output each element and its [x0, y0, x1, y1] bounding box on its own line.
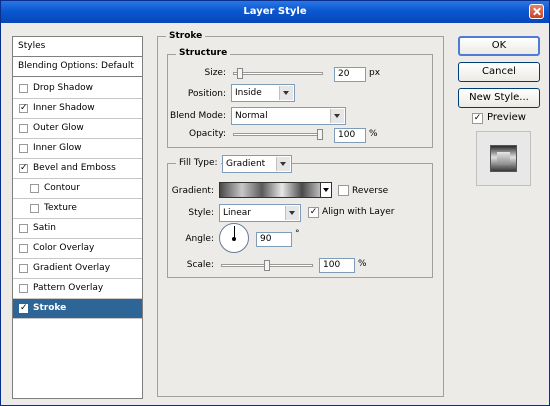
style-checkbox-inner-glow[interactable]: [19, 144, 28, 153]
reverse-checkbox[interactable]: [338, 185, 349, 196]
scale-input[interactable]: 100: [319, 258, 355, 273]
opacity-label: Opacity:: [189, 129, 226, 139]
blend-mode-value: Normal: [235, 111, 268, 121]
style-item-label: Stroke: [33, 303, 67, 313]
angle-unit: °: [295, 229, 300, 239]
size-input[interactable]: 20: [334, 67, 366, 82]
gradient-picker[interactable]: [219, 182, 321, 198]
size-label: Size:: [204, 68, 226, 78]
close-icon[interactable]: [529, 4, 544, 19]
chevron-down-icon: [330, 109, 344, 123]
style-item-label: Blending Options: Default: [18, 61, 134, 71]
style-item-gradient-overlay[interactable]: Gradient Overlay: [13, 259, 142, 279]
preview-thumbnail: [476, 131, 531, 186]
style-item-label: Pattern Overlay: [33, 283, 104, 293]
chevron-down-icon[interactable]: [320, 182, 332, 198]
reverse-label: Reverse: [352, 186, 389, 196]
scale-unit: %: [358, 259, 367, 269]
preview-swatch: [490, 145, 517, 172]
new-style-button[interactable]: New Style...: [458, 88, 540, 108]
opacity-slider-thumb[interactable]: [317, 129, 323, 140]
size-slider[interactable]: [233, 72, 323, 75]
scale-slider-thumb[interactable]: [264, 260, 270, 271]
style-item-contour[interactable]: Contour: [13, 179, 142, 199]
layer-style-dialog: Layer Style Styles Blending Options: Defa…: [0, 0, 550, 406]
style-label: Style:: [188, 208, 214, 218]
style-checkbox-satin[interactable]: [19, 224, 28, 233]
preview-label: Preview: [487, 112, 526, 123]
style-checkbox-stroke[interactable]: [19, 304, 28, 313]
style-item-satin[interactable]: Satin: [13, 219, 142, 239]
blend-mode-select[interactable]: Normal: [231, 107, 346, 125]
style-item-label: Inner Glow: [33, 143, 82, 153]
angle-dial-center: [232, 237, 236, 241]
chevron-down-icon: [279, 86, 293, 100]
cancel-button[interactable]: Cancel: [458, 62, 540, 82]
fill-type-select[interactable]: Gradient: [222, 155, 292, 173]
scale-label: Scale:: [186, 260, 214, 270]
opacity-slider[interactable]: [233, 133, 323, 136]
style-item-label: Outer Glow: [33, 123, 84, 133]
position-select[interactable]: Inside: [231, 84, 295, 102]
style-item-outer-glow[interactable]: Outer Glow: [13, 119, 142, 139]
stroke-group-title: Stroke: [166, 31, 206, 41]
angle-dial-icon[interactable]: [219, 223, 249, 253]
angle-label: Angle:: [185, 234, 214, 244]
align-with-layer-checkbox[interactable]: ✓: [308, 207, 319, 218]
fill-type-value: Gradient: [226, 159, 266, 169]
style-checkbox-pattern-overlay[interactable]: [19, 284, 28, 293]
style-item-label: Styles: [18, 41, 46, 51]
align-with-layer-label: Align with Layer: [322, 207, 395, 217]
fill-type-label: Fill Type:: [176, 158, 221, 168]
style-item-inner-glow[interactable]: Inner Glow: [13, 139, 142, 159]
style-item-blending-options-default[interactable]: Blending Options: Default: [13, 57, 142, 77]
style-checkbox-color-overlay[interactable]: [19, 244, 28, 253]
styles-list: Styles Blending Options: Default Drop Shad…: [12, 36, 143, 399]
style-item-label: Inner Shadow: [33, 103, 95, 113]
angle-input[interactable]: 90: [256, 232, 292, 247]
title-bar[interactable]: Layer Style: [1, 1, 549, 23]
style-item-inner-shadow[interactable]: Inner Shadow: [13, 99, 142, 119]
style-item-stroke[interactable]: Stroke: [13, 299, 142, 319]
style-item-label: Color Overlay: [33, 243, 95, 253]
ok-button[interactable]: OK: [458, 36, 540, 56]
style-item-color-overlay[interactable]: Color Overlay: [13, 239, 142, 259]
chevron-down-icon: [276, 157, 290, 171]
style-item-bevel-and-emboss[interactable]: Bevel and Emboss: [13, 159, 142, 179]
style-checkbox-texture[interactable]: [30, 204, 39, 213]
position-label: Position:: [187, 89, 226, 99]
style-value: Linear: [223, 208, 251, 218]
style-checkbox-gradient-overlay[interactable]: [19, 264, 28, 273]
structure-group-title: Structure: [176, 48, 231, 58]
style-checkbox-contour[interactable]: [30, 184, 39, 193]
size-unit: px: [369, 68, 381, 78]
style-item-label: Contour: [44, 183, 80, 193]
style-checkbox-bevel-and-emboss[interactable]: [19, 164, 28, 173]
blend-mode-label: Blend Mode:: [169, 111, 226, 121]
style-checkbox-inner-shadow[interactable]: [19, 104, 28, 113]
style-item-label: Satin: [33, 223, 56, 233]
opacity-unit: %: [369, 129, 378, 139]
preview-checkbox[interactable]: ✓: [472, 113, 483, 124]
chevron-down-icon: [285, 206, 299, 220]
window-title: Layer Style: [243, 6, 307, 17]
style-item-label: Drop Shadow: [33, 83, 94, 93]
style-checkbox-drop-shadow[interactable]: [19, 84, 28, 93]
style-item-label: Gradient Overlay: [33, 263, 111, 273]
style-item-drop-shadow[interactable]: Drop Shadow: [13, 79, 142, 99]
opacity-input[interactable]: 100: [334, 128, 366, 143]
style-select[interactable]: Linear: [219, 204, 301, 222]
gradient-label: Gradient:: [171, 186, 214, 196]
style-item-label: Bevel and Emboss: [33, 163, 116, 173]
size-slider-thumb[interactable]: [237, 68, 244, 79]
style-item-texture[interactable]: Texture: [13, 199, 142, 219]
style-item-pattern-overlay[interactable]: Pattern Overlay: [13, 279, 142, 299]
position-value: Inside: [235, 88, 262, 98]
style-item-styles[interactable]: Styles: [13, 37, 142, 57]
style-item-label: Texture: [44, 203, 77, 213]
style-checkbox-outer-glow[interactable]: [19, 124, 28, 133]
